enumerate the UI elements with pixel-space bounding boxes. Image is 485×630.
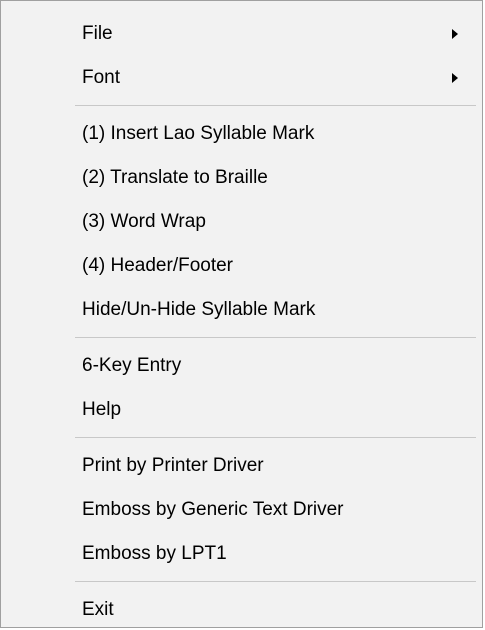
menu-item-label: Help bbox=[82, 399, 122, 420]
menu-item-font[interactable]: Font bbox=[1, 56, 482, 100]
menu-item-label: 6-Key Entry bbox=[82, 355, 182, 376]
menu-item-label: Emboss by LPT1 bbox=[82, 543, 227, 564]
menu-separator bbox=[75, 105, 476, 106]
menu-item-label: Hide/Un-Hide Syllable Mark bbox=[82, 299, 316, 320]
menu-item-hide-unhide-syllable-mark[interactable]: Hide/Un-Hide Syllable Mark bbox=[1, 288, 482, 332]
menu-item-font-label: Font bbox=[82, 67, 121, 88]
menu-item-translate-to-braille[interactable]: (2) Translate to Braille bbox=[1, 156, 482, 200]
menu-item-help[interactable]: Help bbox=[1, 388, 482, 432]
menu-separator bbox=[75, 581, 476, 582]
context-menu: File Font (1) Insert Lao Syllable Mark (… bbox=[0, 0, 483, 628]
menu-separator bbox=[75, 337, 476, 338]
menu-item-emboss-by-generic-text-driver[interactable]: Emboss by Generic Text Driver bbox=[1, 488, 482, 532]
menu-items: File Font (1) Insert Lao Syllable Mark (… bbox=[1, 12, 482, 627]
menu-item-word-wrap[interactable]: (3) Word Wrap bbox=[1, 200, 482, 244]
menu-item-print-by-printer-driver[interactable]: Print by Printer Driver bbox=[1, 444, 482, 488]
menu-item-exit[interactable]: Exit bbox=[1, 588, 482, 627]
menu-item-header-footer[interactable]: (4) Header/Footer bbox=[1, 244, 482, 288]
menu-item-six-key-entry[interactable]: 6-Key Entry bbox=[1, 344, 482, 388]
menu-item-label: (1) Insert Lao Syllable Mark bbox=[82, 123, 315, 144]
submenu-arrow-icon bbox=[452, 29, 458, 39]
submenu-arrow-icon bbox=[452, 73, 458, 83]
menu-item-label: (2) Translate to Braille bbox=[82, 167, 268, 188]
menu-separator bbox=[75, 437, 476, 438]
menu-item-insert-lao-syllable-mark[interactable]: (1) Insert Lao Syllable Mark bbox=[1, 112, 482, 156]
menu-item-label: (4) Header/Footer bbox=[82, 255, 234, 276]
menu-item-label: (3) Word Wrap bbox=[82, 211, 206, 232]
menu-item-label: Print by Printer Driver bbox=[82, 455, 264, 476]
menu-item-file[interactable]: File bbox=[1, 12, 482, 56]
menu-item-label: Emboss by Generic Text Driver bbox=[82, 499, 344, 520]
menu-item-label: Exit bbox=[82, 599, 114, 620]
menu-item-emboss-by-lpt1[interactable]: Emboss by LPT1 bbox=[1, 532, 482, 576]
menu-item-file-label: File bbox=[82, 23, 113, 44]
